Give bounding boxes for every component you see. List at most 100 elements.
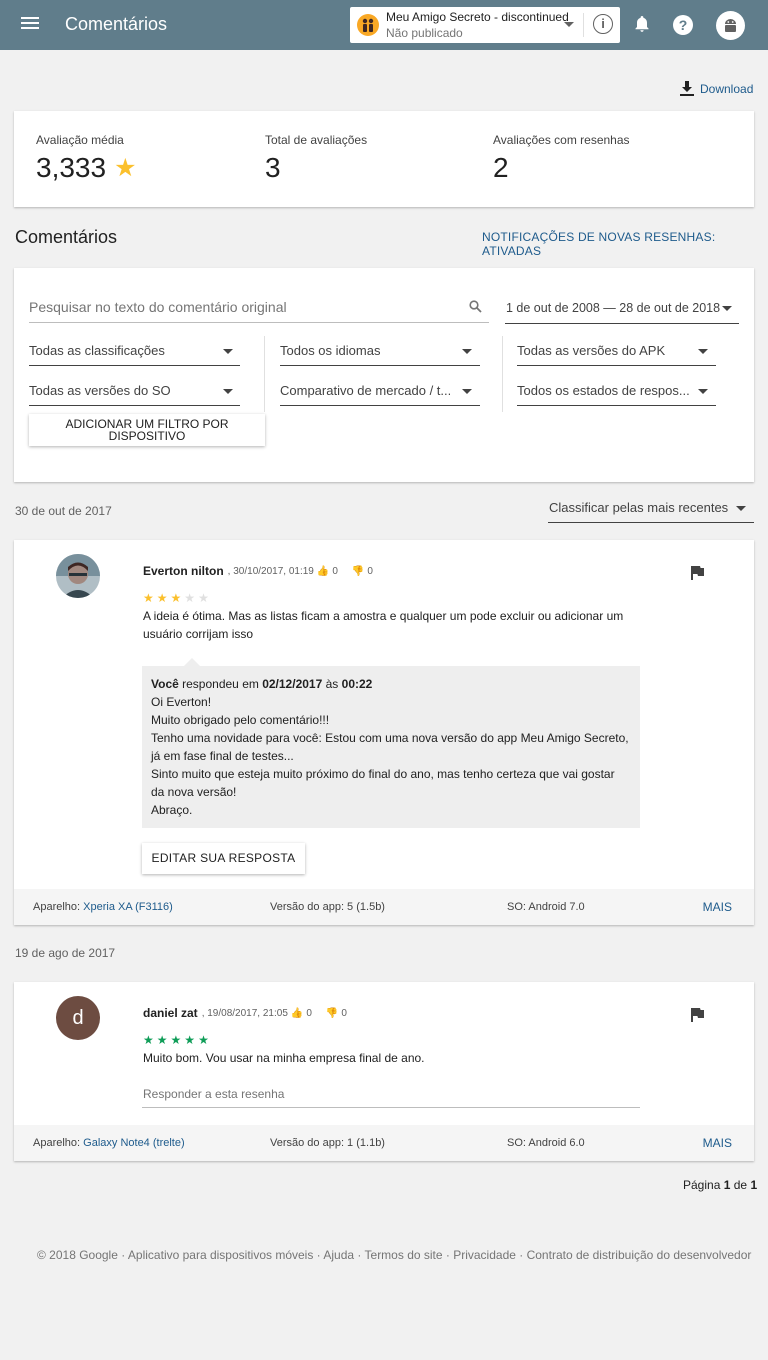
total-ratings-label: Total de avaliações: [265, 133, 368, 147]
likes-count: 0: [306, 1007, 312, 1019]
star-filled-icon: ★: [170, 1033, 185, 1047]
account-avatar-icon[interactable]: [716, 11, 745, 40]
footer-link-help[interactable]: Ajuda: [323, 1248, 354, 1262]
app-version: Versão do app: 1 (1.1b): [270, 1137, 385, 1149]
device-label: Aparelho:: [33, 1137, 81, 1149]
app-selector[interactable]: Meu Amigo Secreto - discontinued Não pub…: [350, 7, 620, 43]
info-icon[interactable]: i: [593, 14, 613, 34]
chevron-down-icon: [698, 349, 708, 354]
download-label: Download: [700, 82, 754, 96]
footer-link-privacy[interactable]: Privacidade: [453, 1248, 516, 1262]
device-link[interactable]: Xperia XA (F3116): [83, 901, 173, 913]
dislikes-count: 0: [367, 565, 373, 577]
reply-author: Você: [151, 677, 179, 691]
star-filled-icon: ★: [143, 591, 157, 605]
apk-versions-filter-value: Todas as versões do APK: [517, 343, 666, 358]
thumbs-up-icon[interactable]: 👍: [291, 1008, 303, 1019]
average-rating-label: Avaliação média: [36, 133, 124, 147]
help-icon[interactable]: ?: [673, 15, 693, 35]
star-empty-icon: ★: [198, 591, 212, 605]
flag-icon[interactable]: [689, 1007, 705, 1028]
footer-link-mobile-app[interactable]: Aplicativo para dispositivos móveis: [128, 1248, 313, 1262]
reply-header: Você respondeu em 02/12/2017 às 00:22: [151, 675, 631, 693]
star-filled-icon: ★: [156, 591, 171, 605]
review-notifications-link[interactable]: NOTIFICAÇÕES DE NOVAS RESENHAS: ATIVADAS: [482, 230, 768, 258]
sort-select[interactable]: Classificar pelas mais recentes: [548, 496, 754, 523]
add-device-filter-button[interactable]: ADICIONAR UM FILTRO POR DISPOSITIVO: [29, 414, 265, 446]
search-input[interactable]: Pesquisar no texto do comentário origina…: [29, 292, 489, 323]
notifications-bell-icon[interactable]: [632, 14, 654, 36]
review-author-line: Everton nilton , 30/10/2017, 01:19 👍 0 👎 0: [143, 564, 373, 578]
review-date-group: 30 de out de 2017: [15, 504, 112, 518]
hamburger-menu-icon[interactable]: [18, 14, 42, 36]
apk-versions-filter-select[interactable]: Todas as versões do APK: [517, 336, 716, 366]
review-device-info: Aparelho: Xperia XA (F3116) Versão do ap…: [14, 889, 754, 925]
device-link[interactable]: Galaxy Note4 (trelte): [83, 1137, 184, 1149]
market-benchmark-filter-value: Comparativo de mercado / t...: [280, 383, 450, 398]
market-benchmark-filter-select[interactable]: Comparativo de mercado / t...: [280, 376, 480, 406]
languages-filter-value: Todos os idiomas: [280, 343, 381, 358]
os-versions-filter-select[interactable]: Todas as versões do SO: [29, 376, 240, 406]
reply-date: 02/12/2017: [262, 677, 323, 691]
more-button[interactable]: MAIS: [703, 1136, 732, 1150]
thumbs-down-icon[interactable]: 👎: [326, 1008, 338, 1019]
app-version: Versão do app: 5 (1.5b): [270, 901, 385, 913]
date-range-select[interactable]: 1 de out de 2008 — 28 de out de 2018: [505, 292, 739, 324]
chevron-down-icon: [736, 506, 746, 511]
thumbs-down-icon[interactable]: 👎: [352, 566, 364, 577]
reply-state-filter-value: Todos os estados de respos...: [517, 383, 689, 398]
chevron-down-icon: [462, 389, 472, 394]
ratings-with-reviews-value: 2: [493, 152, 509, 183]
os-version: SO: Android 7.0: [507, 901, 585, 913]
review-text: A ideia é ótima. Mas as listas ficam a a…: [143, 609, 624, 641]
chevron-down-icon: [564, 22, 574, 27]
flag-icon[interactable]: [689, 565, 705, 586]
reviewer-avatar: [56, 554, 100, 598]
filters-card: Pesquisar no texto do comentário origina…: [14, 268, 754, 482]
star-filled-icon: ★: [170, 591, 185, 605]
section-title: Comentários: [15, 227, 118, 247]
review-date-group: 19 de ago de 2017: [15, 946, 116, 960]
star-icon: ★: [114, 154, 137, 182]
dislikes-count: 0: [341, 1007, 347, 1019]
more-button[interactable]: MAIS: [703, 900, 732, 914]
divider: [583, 13, 584, 37]
divider: [264, 336, 265, 412]
ratings-summary-card: Avaliação média 3,333 ★ Total de avaliaçõ…: [14, 111, 754, 207]
footer-link-terms[interactable]: Termos do site: [365, 1248, 443, 1262]
total-pages: 1: [750, 1178, 758, 1192]
edit-reply-button[interactable]: EDITAR SUA RESPOSTA: [142, 843, 305, 874]
pagination-of: de: [733, 1178, 748, 1192]
device-label: Aparelho:: [33, 901, 81, 913]
copyright: © 2018 Google: [37, 1248, 118, 1262]
review-card: d daniel zat , 19/08/2017, 21:05 👍 0 👎 0 ★…: [14, 982, 754, 1161]
chevron-down-icon: [698, 389, 708, 394]
footer-link-dda[interactable]: Contrato de distribuição do desenvolvedo…: [527, 1248, 752, 1262]
review-author: Everton nilton: [143, 564, 224, 578]
star-filled-icon: ★: [156, 1033, 171, 1047]
average-rating-value: 3,333: [36, 152, 107, 183]
languages-filter-select[interactable]: Todos os idiomas: [280, 336, 480, 366]
app-status: Não publicado: [386, 26, 463, 40]
likes-count: 0: [332, 565, 338, 577]
star-filled-icon: ★: [184, 1033, 199, 1047]
current-page: 1: [723, 1178, 731, 1192]
chevron-down-icon: [462, 349, 472, 354]
star-rating: ★★★★★: [143, 1033, 212, 1047]
star-filled-icon: ★: [198, 1033, 212, 1047]
search-icon: [469, 300, 482, 313]
reply-line: Tenho uma novidade para você: Estou com …: [151, 731, 629, 763]
reply-placeholder: Responder a esta resenha: [143, 1087, 285, 1101]
thumbs-up-icon[interactable]: 👍: [317, 566, 329, 577]
reply-input[interactable]: Responder a esta resenha: [142, 1083, 640, 1108]
chevron-down-icon: [722, 306, 732, 311]
download-button[interactable]: Download: [680, 81, 753, 97]
page-title: Comentários: [65, 14, 168, 34]
pagination-prefix: Página: [683, 1178, 721, 1192]
reply-state-filter-select[interactable]: Todos os estados de respos...: [517, 376, 716, 406]
ratings-filter-select[interactable]: Todas as classificações: [29, 336, 240, 366]
total-ratings-value: 3: [265, 152, 281, 183]
review-author-line: daniel zat , 19/08/2017, 21:05 👍 0 👎 0: [143, 1006, 347, 1020]
ratings-with-reviews-label: Avaliações com resenhas: [493, 133, 630, 147]
review-author: daniel zat: [143, 1006, 198, 1020]
